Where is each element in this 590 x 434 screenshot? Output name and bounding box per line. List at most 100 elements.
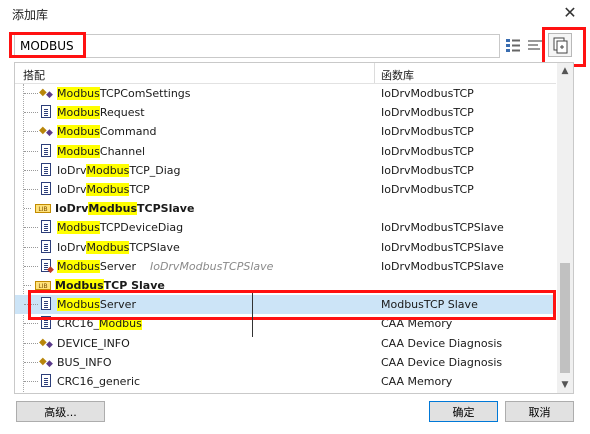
tree-row[interactable]: IoDrvModbusTCPSlave IoDrvModbusTCPSlave (15, 238, 556, 257)
scroll-down-icon[interactable]: ▼ (557, 377, 573, 393)
column-header-library[interactable]: 函数库 (381, 67, 414, 83)
name-text: TCPSlave (137, 202, 195, 216)
tree-row-name: ModbusServer IoDrvModbusTCPSlave (57, 259, 274, 273)
tree-row-name: DEVICE_INFO (57, 337, 130, 350)
name-text: BUS_INFO (57, 355, 112, 369)
tree-connector (24, 323, 38, 325)
document-icon (39, 374, 53, 388)
name-text: Command (99, 125, 157, 139)
row-sub-label: IoDrvModbusTCPSlave (149, 259, 274, 273)
search-match-highlight: Modbus (57, 144, 100, 158)
search-match-highlight: Modbus (86, 163, 130, 177)
title-bar: 添加库 ✕ (0, 0, 590, 28)
tree-connector (24, 150, 38, 153)
ok-button[interactable]: 确定 (429, 401, 498, 422)
close-icon[interactable]: ✕ (560, 3, 580, 23)
name-text: TCP (129, 183, 150, 196)
library-tree[interactable]: 搭配 函数库 ◆ ◆ ModbusTCPComSettings IoDrvModbus… (14, 62, 574, 394)
tree-row-library: IoDrvModbusTCP (381, 144, 474, 158)
vertical-scrollbar[interactable]: ▲ ▼ (557, 63, 573, 393)
search-match-highlight: Modbus (86, 240, 130, 254)
tree-row-name: ModbusTCPComSettings (57, 87, 191, 100)
window-title: 添加库 (12, 8, 49, 22)
tree-row[interactable]: LIB IoDrvModbusTCPSlave (15, 199, 556, 218)
advanced-button[interactable]: 高级... (16, 401, 105, 422)
tree-connector (24, 246, 38, 249)
scroll-up-icon[interactable]: ▲ (557, 63, 573, 79)
tree-header: 搭配 函数库 (15, 63, 556, 84)
tree-connector (24, 208, 31, 210)
tree-connector (24, 265, 38, 268)
tree-connector (24, 93, 38, 95)
search-match-highlight: Modbus (88, 202, 138, 216)
search-match-highlight: Modbus (57, 87, 100, 100)
search-annotation-box (9, 32, 86, 58)
column-separator[interactable] (374, 63, 375, 83)
tree-connector (24, 381, 38, 383)
function-block-icon: ◆ ◆ (39, 355, 53, 369)
name-text: DEVICE_INFO (57, 336, 130, 350)
document-icon (39, 162, 53, 177)
list-view-icon[interactable] (527, 38, 543, 52)
name-text: Request (99, 106, 145, 120)
tree-row-library: CAA Memory (381, 375, 453, 388)
scroll-thumb[interactable] (560, 263, 570, 373)
tree-row-name: ModbusChannel (57, 144, 145, 158)
tree-row-library: IoDrvModbusTCPSlave (381, 259, 504, 273)
tree-row[interactable]: IoDrvModbusTCP IoDrvModbusTCP (15, 180, 556, 199)
tree-row[interactable]: ◆ ◆ ModbusTCPComSettings IoDrvModbusTCP (15, 84, 556, 103)
tree-row-library: IoDrvModbusTCP (381, 106, 474, 120)
tree-row[interactable]: ◆ ◆ BUS_INFO CAA Device Diagnosis (15, 353, 556, 372)
tree-row-name: ModbusCommand (57, 125, 157, 139)
tree-row[interactable]: ModbusChannel IoDrvModbusTCP (15, 142, 556, 161)
library-icon: LIB (35, 204, 51, 214)
tree-row[interactable]: ◆ ◆ DEVICE_INFO CAA Device Diagnosis (15, 334, 556, 353)
function-block-icon: ◆ ◆ (39, 87, 53, 100)
name-text: CRC16_generic (57, 375, 141, 388)
name-text: TCPSlave (129, 240, 180, 254)
tree-connector (24, 169, 38, 172)
tree-row[interactable]: ModbusTCPDeviceDiag IoDrvModbusTCPSlave (15, 218, 556, 237)
cancel-button[interactable]: 取消 (505, 401, 574, 422)
tree-row[interactable]: IoDrvModbusTCP_Diag IoDrvModbusTCP (15, 161, 556, 180)
tree-row[interactable]: CRC16_generic CAA Memory (15, 372, 556, 391)
tree-row-name: IoDrvModbusTCP_Diag (57, 163, 181, 177)
tree-row-library: CAA Device Diagnosis (381, 336, 503, 350)
tree-row-name: CRC16_generic (57, 375, 140, 388)
document-icon (39, 220, 53, 234)
name-text: TCPComSettings (99, 87, 191, 100)
details-annotation-box (542, 27, 586, 67)
tree-row-name: ModbusTCPDeviceDiag (57, 221, 183, 235)
document-icon (39, 182, 53, 196)
name-text: IoDrv (55, 202, 89, 216)
category-view-icon[interactable] (505, 38, 521, 52)
tree-row-library: IoDrvModbusTCP (381, 163, 474, 177)
tree-row-library: IoDrvModbusTCPSlave (381, 240, 504, 254)
tree-connector (24, 227, 38, 229)
tree-row-name: IoDrvModbusTCPSlave (55, 202, 195, 216)
tree-connector (24, 131, 38, 133)
tree-connector (24, 342, 38, 345)
search-match-highlight: Modbus (86, 183, 130, 196)
search-input[interactable]: MODBUS (14, 34, 500, 58)
view-toggle-group (505, 38, 543, 54)
tree-row[interactable]: ◆ ModbusServer IoDrvModbusTCPSlave IoDrvMod… (15, 257, 556, 276)
selected-row-annotation-box (28, 290, 556, 320)
tree-row[interactable]: ModbusRequest IoDrvModbusTCP (15, 103, 556, 122)
library-icon: LIB (35, 281, 51, 290)
tree-row-library: IoDrvModbusTCPSlave (381, 221, 504, 235)
tree-connector (24, 112, 38, 114)
tree-row-library: IoDrvModbusTCP (381, 87, 474, 100)
search-match-highlight: Modbus (57, 221, 100, 235)
search-match-highlight: Modbus (57, 125, 100, 139)
tree-connector (24, 189, 38, 191)
column-header-name[interactable]: 搭配 (23, 67, 45, 83)
search-match-highlight: Modbus (57, 259, 100, 273)
tree-row[interactable]: ◆ ◆ ModbusCommand IoDrvModbusTCP (15, 122, 556, 141)
tree-connector (24, 285, 31, 287)
name-text: IoDrv (57, 240, 87, 254)
tree-row-name: IoDrvModbusTCPSlave (57, 240, 180, 254)
name-text: IoDrv (57, 163, 87, 177)
tree-row-library: IoDrvModbusTCP (381, 125, 474, 139)
document-icon (39, 143, 53, 158)
